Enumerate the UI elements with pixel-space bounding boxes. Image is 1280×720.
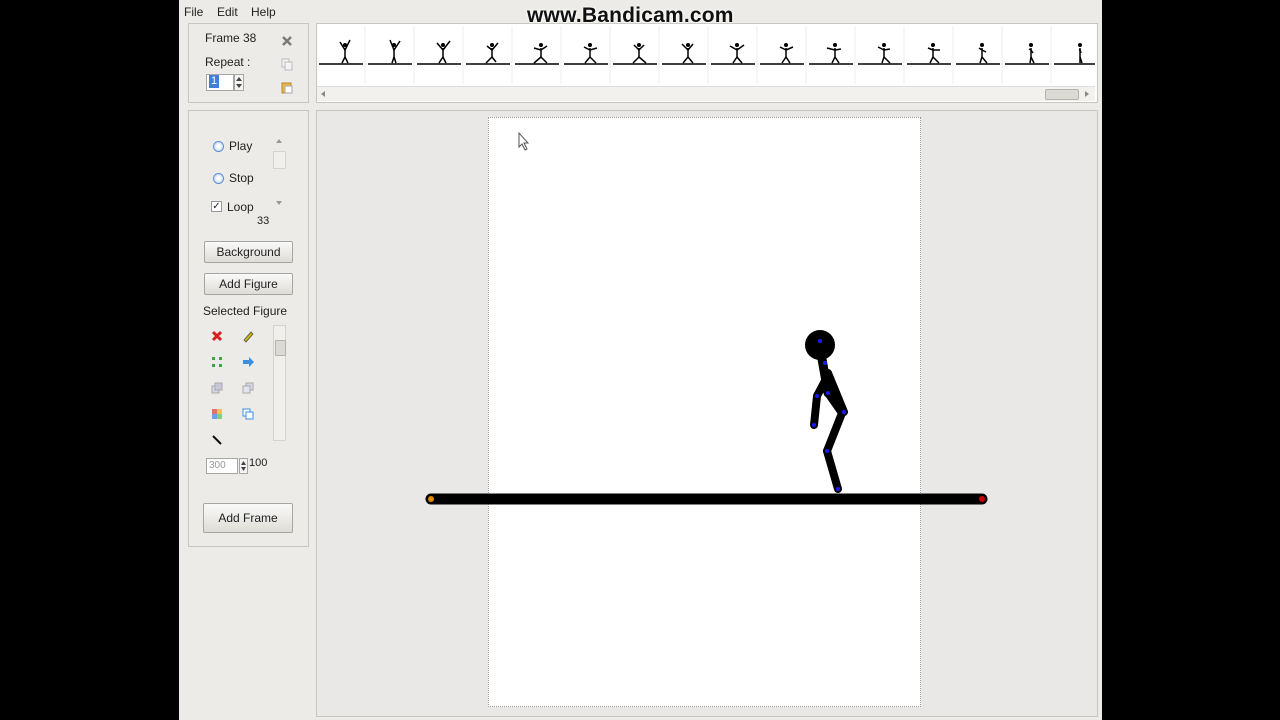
figure-size-spinner[interactable]: [239, 458, 248, 474]
frame-info-panel: Frame 38 Repeat : 1: [188, 23, 309, 103]
scroll-right-icon[interactable]: [1083, 90, 1091, 98]
timeline-frame-thumb[interactable]: [1052, 24, 1095, 86]
figure-layer[interactable]: [317, 111, 1097, 716]
timeline-frame-thumb[interactable]: [758, 24, 807, 86]
figure-list-scrollbar[interactable]: [273, 325, 286, 441]
timeline-frame-thumb[interactable]: [954, 24, 1003, 86]
fps-value: 33: [257, 215, 270, 227]
timeline-frame-thumb[interactable]: [513, 24, 562, 86]
delete-figure-icon[interactable]: [210, 329, 224, 343]
timeline-frame-thumb[interactable]: [366, 24, 415, 86]
loop-checkbox[interactable]: ✓: [211, 201, 222, 212]
repeat-input[interactable]: 1: [206, 74, 234, 91]
figure-size-input[interactable]: 300: [206, 458, 238, 474]
speed-down-icon[interactable]: [275, 199, 283, 207]
figure-opacity-value: 100: [249, 457, 268, 469]
timeline-frame-thumb[interactable]: [415, 24, 464, 86]
mouse-cursor-icon: [518, 131, 530, 151]
timeline-frame-thumb[interactable]: [709, 24, 758, 86]
timeline-frame-thumb[interactable]: [464, 24, 513, 86]
frame-timeline[interactable]: [316, 23, 1098, 103]
repeat-label: Repeat :: [205, 55, 251, 69]
timeline-frame-thumb[interactable]: [562, 24, 611, 86]
timeline-frame-thumb[interactable]: [611, 24, 660, 86]
timeline-frame-thumb[interactable]: [856, 24, 905, 86]
canvas-area[interactable]: [316, 110, 1098, 717]
play-label[interactable]: Play: [229, 139, 252, 153]
play-radio[interactable]: [213, 141, 224, 152]
add-figure-button[interactable]: Add Figure: [204, 273, 293, 295]
menu-file[interactable]: File: [184, 5, 203, 19]
ground-joint-orange[interactable]: [428, 496, 434, 502]
send-back-icon[interactable]: [241, 381, 255, 395]
timeline-scrollbar[interactable]: [317, 86, 1095, 101]
speed-up-icon[interactable]: [275, 137, 283, 145]
timeline-frame-thumb[interactable]: [905, 24, 954, 86]
delete-frame-icon[interactable]: [280, 34, 294, 48]
edit-figure-icon[interactable]: [241, 329, 255, 343]
color-figure-icon[interactable]: [210, 407, 224, 421]
pivot-window: File Edit Help Frame 38 Repeat : 1 Play …: [179, 0, 1102, 720]
menu-edit[interactable]: Edit: [217, 5, 238, 19]
control-panel: Play Stop ✓ Loop 33 Background Add Figur…: [188, 110, 309, 547]
timeline-frame-thumb[interactable]: [317, 24, 366, 86]
flip-figure-icon[interactable]: [241, 355, 255, 369]
recording-watermark: www.Bandicam.com: [527, 4, 734, 27]
ground-line-figure[interactable]: [425, 493, 988, 505]
menu-help[interactable]: Help: [251, 5, 276, 19]
stop-radio[interactable]: [213, 173, 224, 184]
bring-front-icon[interactable]: [210, 381, 224, 395]
timeline-frame-thumb[interactable]: [660, 24, 709, 86]
center-figure-icon[interactable]: [210, 355, 224, 369]
copy-frame-icon[interactable]: [280, 57, 294, 71]
scroll-left-icon[interactable]: [319, 90, 327, 98]
background-button[interactable]: Background: [204, 241, 293, 263]
speed-slider[interactable]: [273, 151, 286, 169]
figure-scroll-thumb[interactable]: [275, 340, 286, 356]
paste-frame-icon[interactable]: [280, 80, 294, 94]
duplicate-figure-icon[interactable]: [241, 407, 255, 421]
ground-joint-red[interactable]: [979, 496, 985, 502]
repeat-spinner[interactable]: [234, 74, 244, 91]
timeline-frame-thumb[interactable]: [1003, 24, 1052, 86]
frame-number-label: Frame 38: [205, 31, 257, 45]
loop-label[interactable]: Loop: [227, 200, 254, 214]
repeat-value: 1: [209, 75, 220, 88]
stick-figure[interactable]: [805, 330, 848, 493]
selected-figure-label: Selected Figure: [203, 304, 288, 318]
stop-label[interactable]: Stop: [229, 171, 254, 185]
timeline-scroll-thumb[interactable]: [1045, 89, 1079, 100]
timeline-thumbnails[interactable]: [317, 24, 1095, 86]
timeline-frame-thumb[interactable]: [807, 24, 856, 86]
line-tool-icon[interactable]: [210, 433, 224, 447]
add-frame-button[interactable]: Add Frame: [203, 503, 293, 533]
